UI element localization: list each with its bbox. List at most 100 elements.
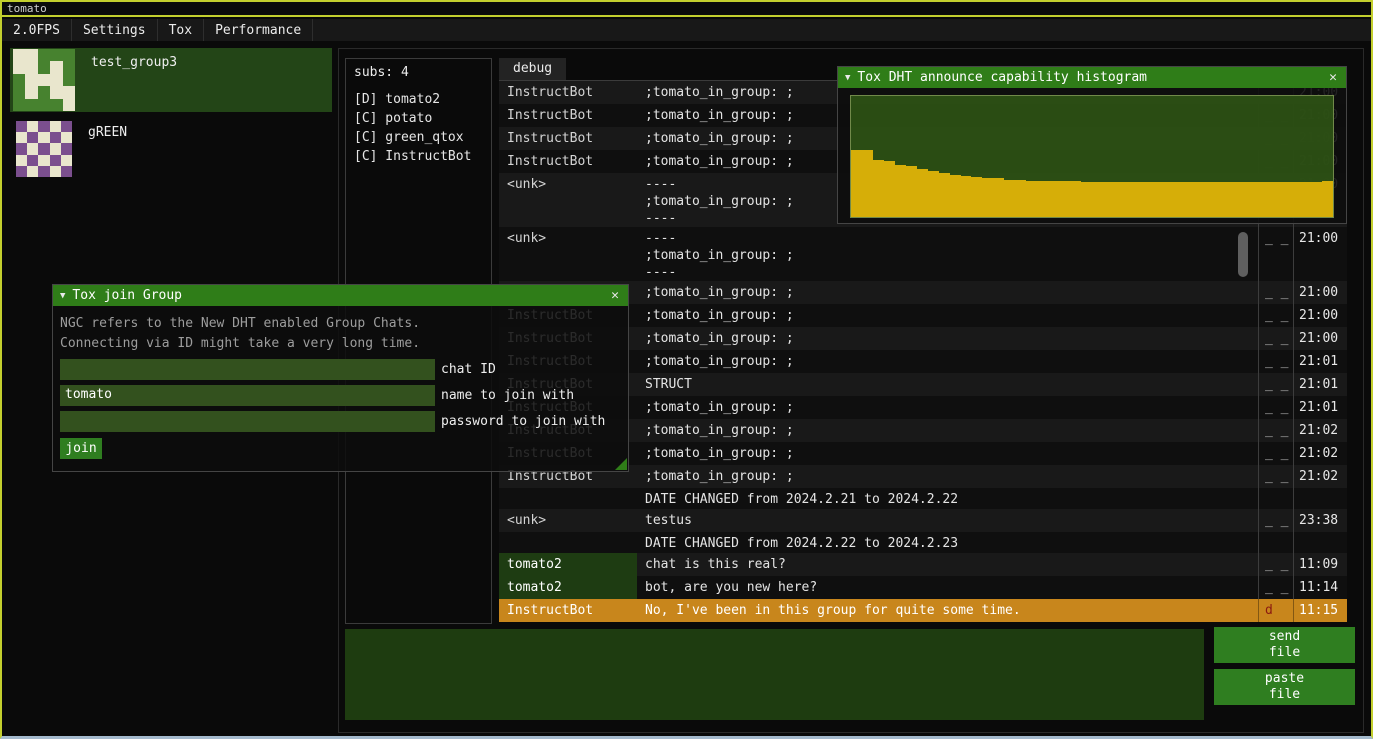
message-text: ---- ;tomato_in_group: ; ---- xyxy=(637,227,1258,281)
collapse-arrow-icon[interactable]: ▼ xyxy=(845,73,850,83)
histogram-bar xyxy=(1136,182,1147,217)
histogram-bar xyxy=(1169,182,1180,217)
histogram-bar xyxy=(982,178,993,217)
member-item-InstructBot[interactable]: [C] InstructBot xyxy=(346,147,491,166)
send-file-button[interactable]: send file xyxy=(1214,627,1355,663)
histogram-bar xyxy=(950,175,961,217)
message-text: STRUCT xyxy=(637,373,1258,396)
histogram-bar xyxy=(1322,181,1333,217)
join-button[interactable]: join xyxy=(60,438,102,459)
histogram-bar xyxy=(1070,181,1081,217)
histogram-window-titlebar[interactable]: ▼ Tox DHT announce capability histogram … xyxy=(838,67,1346,88)
sender-name: InstructBot xyxy=(499,599,637,622)
group-avatar-test_group3 xyxy=(13,49,75,111)
title-bar[interactable]: tomato xyxy=(2,2,1371,17)
message-text: chat is this real? xyxy=(637,553,1258,576)
join-window-titlebar[interactable]: ▼ Tox join Group ✕ xyxy=(53,285,628,306)
histogram-bar xyxy=(1311,182,1322,217)
message-time: 21:01 xyxy=(1293,350,1347,373)
histogram-bar xyxy=(1267,182,1278,217)
message-time: 21:01 xyxy=(1293,373,1347,396)
cell-name xyxy=(499,488,637,509)
histogram-plot xyxy=(850,95,1334,218)
histogram-bar xyxy=(1037,181,1048,217)
histogram-bar xyxy=(961,176,972,217)
sender-name: <unk> xyxy=(499,509,637,532)
message-status: _ _ xyxy=(1258,465,1293,488)
subs-header: subs: 4 xyxy=(346,59,491,84)
paste-file-button[interactable]: paste file xyxy=(1214,669,1355,705)
chat-row: InstructBotNo, I've been in this group f… xyxy=(499,599,1347,622)
field-label: name to join with xyxy=(441,388,574,403)
close-icon[interactable]: ✕ xyxy=(609,288,621,303)
message-text: No, I've been in this group for quite so… xyxy=(637,599,1258,622)
cell-status xyxy=(1258,488,1293,509)
sender-name: InstructBot xyxy=(499,104,637,127)
menu-item-tox[interactable]: Tox xyxy=(158,19,204,41)
message-text: ;tomato_in_group: ; xyxy=(637,327,1258,350)
histogram-bar xyxy=(851,150,862,217)
group-list: test_group3gREEN xyxy=(10,48,332,188)
chat-ID-input[interactable] xyxy=(60,359,435,380)
name-to-join-with-input[interactable]: tomato xyxy=(60,385,435,406)
chat-scrollbar[interactable] xyxy=(1238,232,1248,277)
histogram-bar xyxy=(895,165,906,217)
message-text: ;tomato_in_group: ; xyxy=(637,465,1258,488)
message-time: 21:00 xyxy=(1293,327,1347,350)
chat-row: <unk>testus_ _23:38 xyxy=(499,509,1347,532)
message-text: ;tomato_in_group: ; xyxy=(637,304,1258,327)
join-field-row: chat ID xyxy=(60,359,621,380)
message-text: ;tomato_in_group: ; xyxy=(637,396,1258,419)
message-time: 23:38 xyxy=(1293,509,1347,532)
date-changed-text: DATE CHANGED from 2024.2.22 to 2024.2.23 xyxy=(637,532,1258,553)
menu-item-performance[interactable]: Performance xyxy=(204,19,313,41)
histogram-bar xyxy=(1092,182,1103,217)
chat-row: tomato2bot, are you new here?_ _11:14 xyxy=(499,576,1347,599)
message-time: 21:01 xyxy=(1293,396,1347,419)
histogram-bar xyxy=(1245,182,1256,217)
sender-name: <unk> xyxy=(499,173,637,227)
sender-name: InstructBot xyxy=(499,127,637,150)
collapse-arrow-icon[interactable]: ▼ xyxy=(60,291,65,301)
date-changed-row: DATE CHANGED from 2024.2.22 to 2024.2.23 xyxy=(499,532,1347,553)
group-avatar-gREEN xyxy=(16,121,72,177)
histogram-bar xyxy=(1223,182,1234,217)
histogram-bar xyxy=(1059,181,1070,217)
group-item-test_group3[interactable]: test_group3 xyxy=(10,48,332,112)
window-title: tomato xyxy=(7,2,47,15)
message-status: _ _ xyxy=(1258,281,1293,304)
message-text: ;tomato_in_group: ; xyxy=(637,419,1258,442)
chat-row: tomato2chat is this real?_ _11:09 xyxy=(499,553,1347,576)
join-info-line-1: NGC refers to the New DHT enabled Group … xyxy=(60,314,621,334)
histogram-bar xyxy=(993,178,1004,217)
join-fields: chat ID tomato name to join with password t… xyxy=(60,359,621,432)
join-field-row: password to join with xyxy=(60,411,621,432)
group-item-gREEN[interactable]: gREEN xyxy=(10,118,332,182)
menu-item-settings[interactable]: Settings xyxy=(72,19,158,41)
message-time: 21:02 xyxy=(1293,465,1347,488)
histogram-bar xyxy=(1256,182,1267,217)
member-item-tomato2[interactable]: [D] tomato2 xyxy=(346,90,491,109)
histogram-bar xyxy=(1081,182,1092,217)
fps-counter: 2.0FPS xyxy=(2,19,72,41)
tab-debug[interactable]: debug xyxy=(499,58,566,80)
histogram-window-title: Tox DHT announce capability histogram xyxy=(857,70,1320,85)
message-status: _ _ xyxy=(1258,419,1293,442)
close-icon[interactable]: ✕ xyxy=(1327,70,1339,85)
join-window-body: NGC refers to the New DHT enabled Group … xyxy=(53,306,628,459)
password-to-join-with-input[interactable] xyxy=(60,411,435,432)
resize-grip-icon[interactable] xyxy=(615,458,627,470)
histogram-bar xyxy=(1103,182,1114,217)
histogram-bar xyxy=(873,160,884,217)
member-item-potato[interactable]: [C] potato xyxy=(346,109,491,128)
message-time: 11:09 xyxy=(1293,553,1347,576)
message-text: ;tomato_in_group: ; xyxy=(637,350,1258,373)
date-changed-text: DATE CHANGED from 2024.2.21 to 2024.2.22 xyxy=(637,488,1258,509)
message-status: _ _ xyxy=(1258,576,1293,599)
sender-name: tomato2 xyxy=(499,576,637,599)
member-item-green_qtox[interactable]: [C] green_qtox xyxy=(346,128,491,147)
message-input[interactable] xyxy=(345,629,1204,720)
dht-histogram-window: ▼ Tox DHT announce capability histogram … xyxy=(837,66,1347,224)
message-status: _ _ xyxy=(1258,553,1293,576)
chat-row: <unk>---- ;tomato_in_group: ; ----_ _21:… xyxy=(499,227,1347,281)
